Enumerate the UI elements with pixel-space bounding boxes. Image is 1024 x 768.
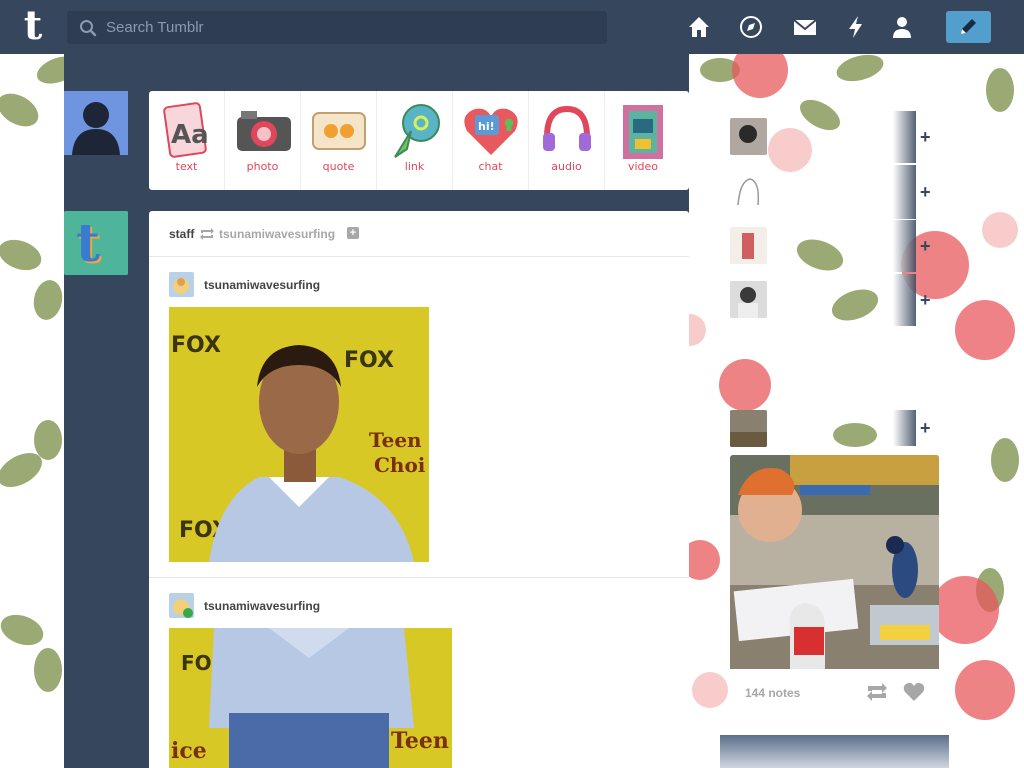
- radar-blog-avatar[interactable]: [730, 410, 767, 447]
- post-type-photo-label: photo: [246, 160, 279, 173]
- follow-source-button[interactable]: +: [347, 227, 359, 239]
- entry-divider: [149, 577, 689, 578]
- post-type-link-label: link: [404, 160, 425, 173]
- chat-icon: hi!: [464, 108, 518, 155]
- svg-text:FOX: FOX: [171, 333, 221, 358]
- entry-avatar[interactable]: [169, 272, 194, 297]
- post-type-bar: Aa text photo quote link hi! chat audio …: [149, 91, 689, 190]
- svg-text:Choi: Choi: [374, 453, 426, 477]
- radar-post-footer: 144 notes: [730, 669, 939, 715]
- post-type-photo[interactable]: photo: [225, 91, 301, 190]
- recommended-blog-strip: [893, 274, 916, 326]
- post-photo[interactable]: FO Teen ice: [169, 628, 452, 768]
- activity-icon[interactable]: [843, 14, 869, 40]
- search-box[interactable]: Search Tumblr: [67, 11, 607, 44]
- post-type-video[interactable]: video: [605, 91, 681, 190]
- reblog-icon: [200, 228, 214, 240]
- top-navigation-bar: t Search Tumblr: [0, 0, 1024, 54]
- svg-text:Aa: Aa: [171, 120, 209, 150]
- post-type-quote-label: quote: [322, 160, 355, 173]
- search-icon: [80, 20, 97, 37]
- recommended-blog-strip: [893, 165, 916, 219]
- post-card: staff tsunamiwavesurfing + tsunamiwavesu…: [149, 211, 689, 768]
- staff-avatar[interactable]: t t: [64, 211, 128, 275]
- entry-blog-name[interactable]: tsunamiwavesurfing: [204, 599, 320, 613]
- like-icon[interactable]: [903, 682, 925, 702]
- camera-icon: [237, 111, 291, 151]
- sidebar-bottom-image[interactable]: [720, 735, 949, 768]
- search-input[interactable]: Search Tumblr: [106, 19, 204, 36]
- reblog-icon[interactable]: [866, 682, 888, 702]
- headphones-icon: [543, 105, 591, 151]
- poster-name[interactable]: staff: [169, 227, 194, 241]
- post-type-text-label: text: [175, 160, 198, 173]
- recommended-blog-avatar[interactable]: [730, 227, 767, 264]
- inbox-icon[interactable]: [792, 14, 818, 40]
- home-icon[interactable]: [686, 14, 712, 40]
- user-avatar[interactable]: [64, 91, 128, 155]
- svg-text:hi!: hi!: [478, 120, 495, 133]
- recommended-blog-avatar[interactable]: [730, 118, 767, 155]
- follow-button[interactable]: +: [920, 236, 931, 257]
- follow-button[interactable]: +: [920, 127, 931, 148]
- link-icon: [394, 104, 440, 158]
- entry-avatar[interactable]: [169, 593, 194, 618]
- svg-text:t: t: [76, 213, 100, 274]
- tumblr-logo[interactable]: t: [14, 6, 52, 48]
- post-type-audio-label: audio: [551, 160, 582, 173]
- post-type-chat[interactable]: hi! chat: [453, 91, 529, 190]
- reblog-header: staff tsunamiwavesurfing +: [149, 211, 689, 257]
- text-icon: Aa: [163, 102, 209, 158]
- quote-icon: [312, 112, 366, 150]
- reblog-source-name[interactable]: tsunamiwavesurfing: [219, 227, 335, 241]
- svg-text:Teen: Teen: [369, 428, 422, 452]
- radar-blog-strip: [893, 410, 916, 446]
- svg-text:FO: FO: [181, 651, 212, 675]
- explore-icon[interactable]: [738, 14, 764, 40]
- follow-button[interactable]: +: [920, 290, 931, 311]
- svg-text:FOX: FOX: [344, 348, 394, 373]
- svg-text:ice: ice: [171, 738, 207, 764]
- recommended-blog-strip: [893, 111, 916, 163]
- post-photo[interactable]: FOX FOX FOX Teen Choi: [169, 307, 429, 562]
- post-type-video-label: video: [627, 160, 659, 173]
- recommended-blog-strip: [893, 220, 916, 272]
- video-icon: [623, 105, 663, 159]
- radar-photo[interactable]: [730, 455, 939, 669]
- post-type-chat-label: chat: [478, 160, 503, 173]
- follow-button[interactable]: +: [920, 182, 931, 203]
- account-icon[interactable]: [889, 14, 915, 40]
- svg-text:Teen: Teen: [391, 728, 449, 754]
- entry-blog-name[interactable]: tsunamiwavesurfing: [204, 278, 320, 292]
- recommended-blog-avatar[interactable]: [730, 281, 767, 318]
- compose-button[interactable]: [946, 11, 991, 43]
- post-type-link[interactable]: link: [377, 91, 453, 190]
- follow-button[interactable]: +: [920, 418, 931, 439]
- post-type-text[interactable]: Aa text: [149, 91, 225, 190]
- dashboard-left-column: [64, 54, 149, 768]
- post-type-quote[interactable]: quote: [301, 91, 377, 190]
- notes-count[interactable]: 144 notes: [745, 686, 800, 700]
- post-type-audio[interactable]: audio: [529, 91, 605, 190]
- recommended-blog-avatar[interactable]: [730, 173, 767, 210]
- pencil-icon: [961, 19, 976, 34]
